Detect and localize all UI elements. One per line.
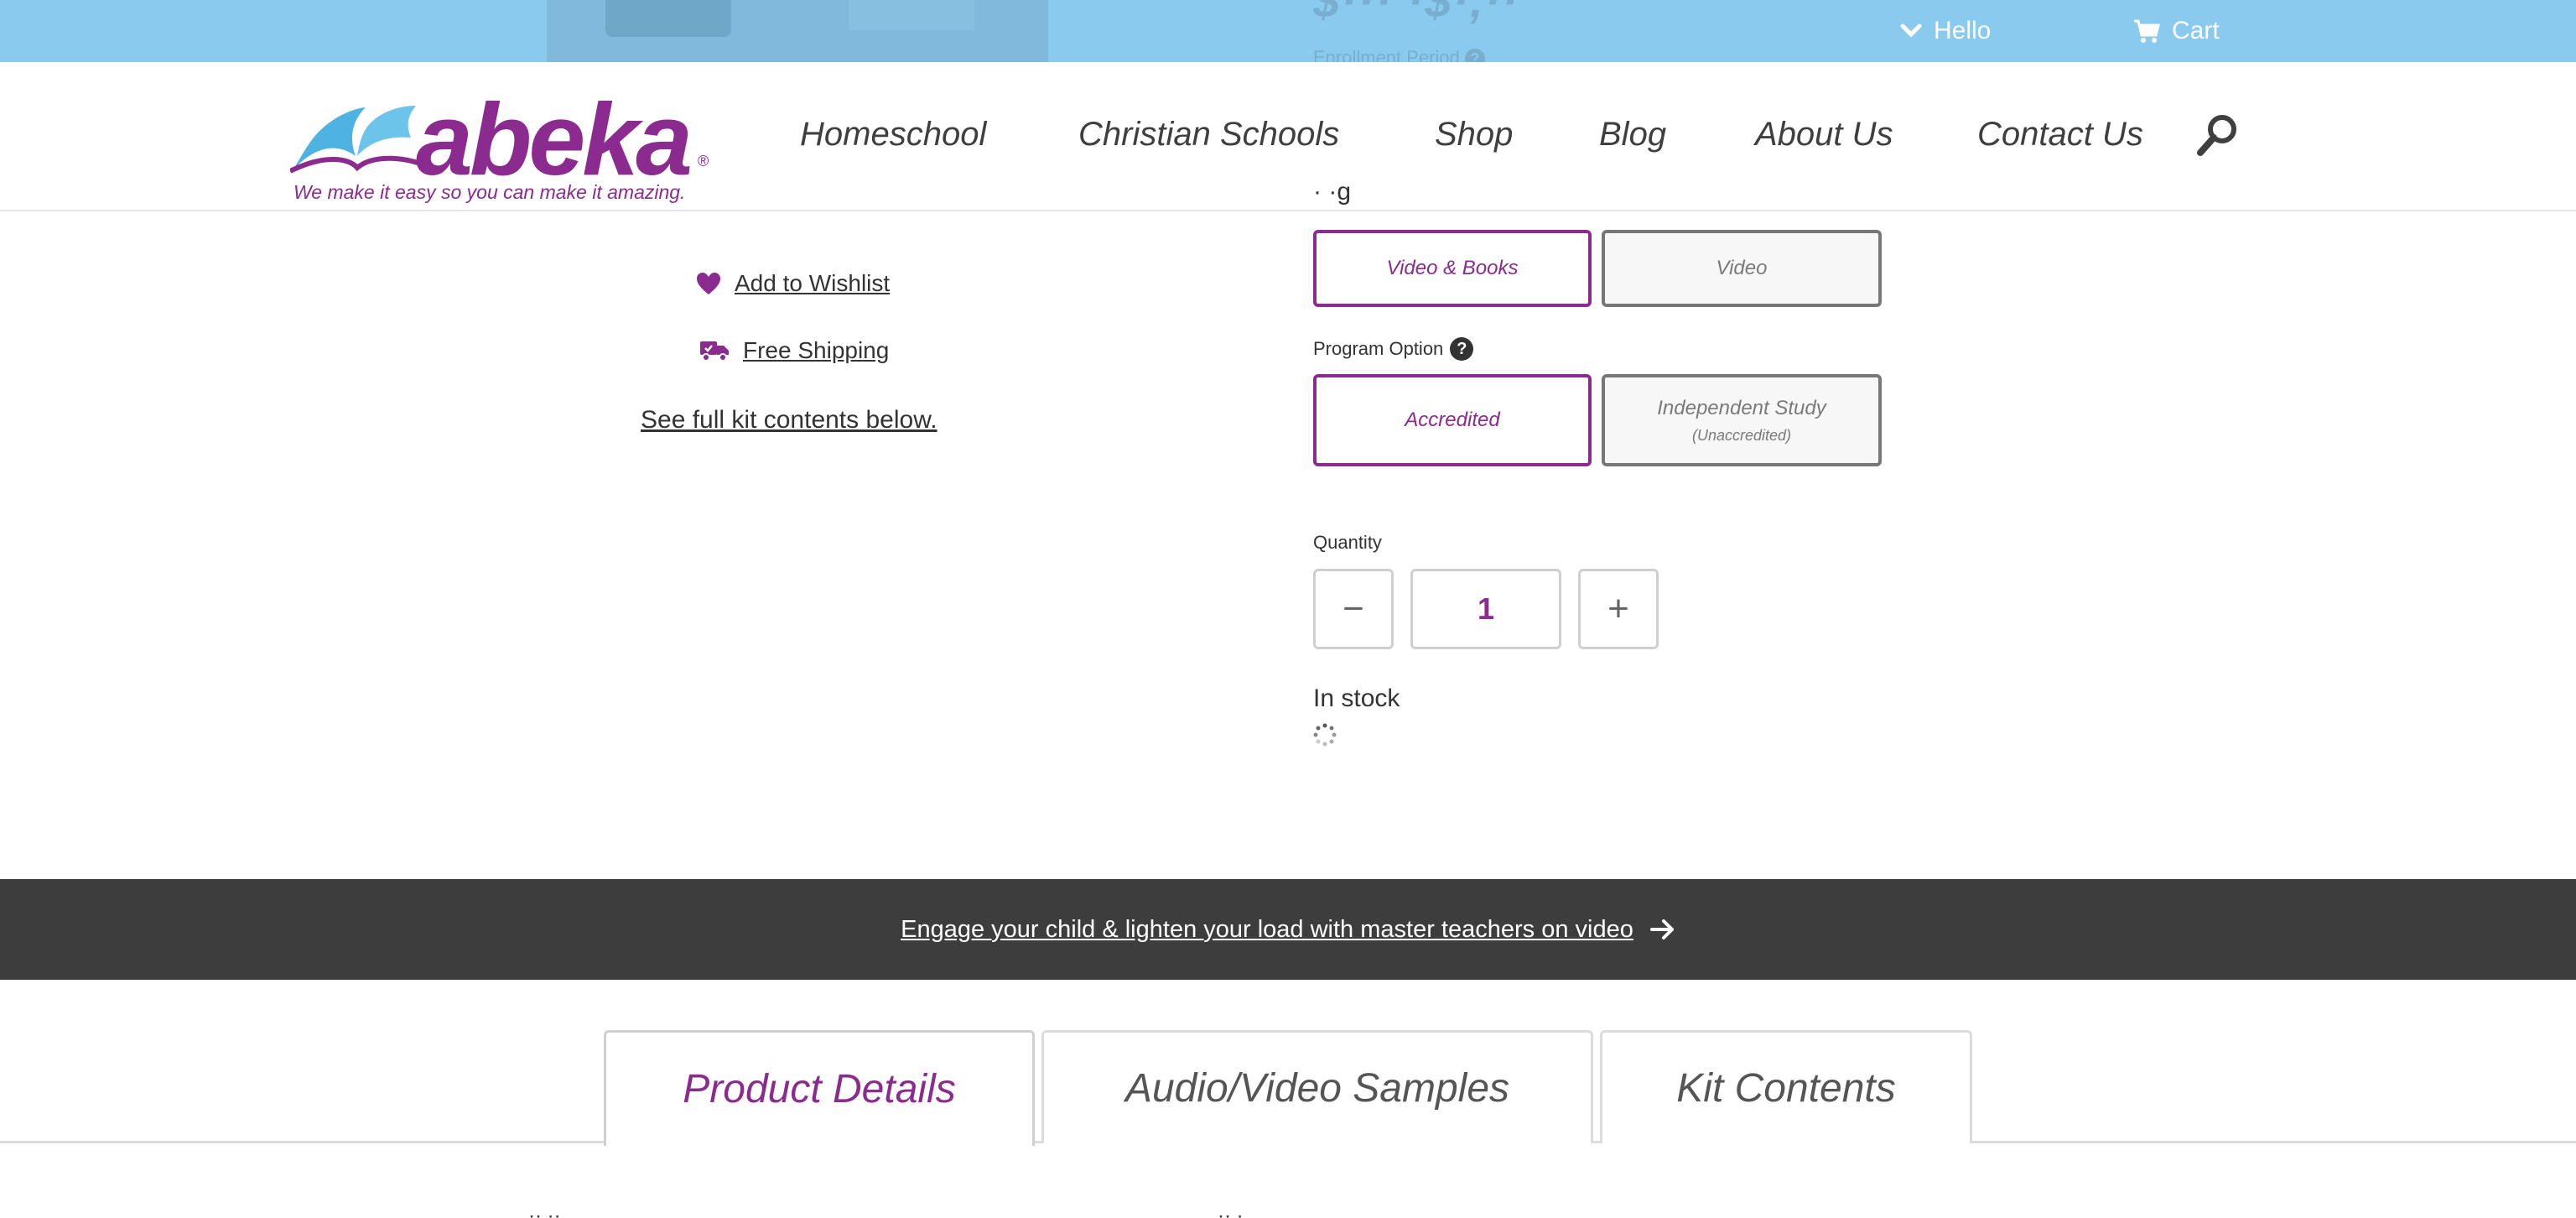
format-video-button[interactable]: Video <box>1602 230 1882 307</box>
tab-kit-contents[interactable]: Kit Contents <box>1600 1030 1972 1143</box>
program-independent-study-button[interactable]: Independent Study (Unaccredited) <box>1602 374 1882 466</box>
nav-shop[interactable]: Shop <box>1435 116 1513 154</box>
free-shipping-link[interactable]: Free Shipping <box>699 337 889 364</box>
tab-audio-video-samples[interactable]: Audio/Video Samples <box>1041 1030 1593 1143</box>
detail-label-partial: ·· ·· <box>528 1205 561 1218</box>
tab-product-details[interactable]: Product Details <box>604 1030 1035 1146</box>
search-button[interactable] <box>2195 112 2241 158</box>
stock-status: In stock <box>1313 684 1400 712</box>
chevron-down-icon <box>1900 23 1922 38</box>
quantity-decrement-button[interactable]: − <box>1313 569 1394 649</box>
promo-banner: Engage your child & lighten your load wi… <box>0 879 2576 980</box>
quantity-increment-button[interactable]: + <box>1578 569 1659 649</box>
heart-icon <box>697 273 720 294</box>
search-icon <box>2197 115 2236 156</box>
nav-about-us[interactable]: About Us <box>1755 116 1893 154</box>
nav-blog[interactable]: Blog <box>1599 116 1666 154</box>
minus-icon: − <box>1343 588 1364 629</box>
add-to-wishlist-link[interactable]: Add to Wishlist <box>696 270 890 297</box>
nav-contact-us[interactable]: Contact Us <box>1977 116 2143 154</box>
promo-banner-link[interactable]: Engage your child & lighten your load wi… <box>901 916 1633 944</box>
quantity-label: Quantity <box>1313 532 1382 553</box>
shipping-label: Free Shipping <box>743 337 890 363</box>
full-kit-contents-link[interactable]: See full kit contents below. <box>641 406 937 435</box>
account-menu[interactable]: Hello <box>1900 17 1991 45</box>
utility-bar: $··· ·$·,·· Enrollment Period ? Hello Ca… <box>0 0 2576 70</box>
nav-christian-schools[interactable]: Christian Schools <box>1078 116 1339 154</box>
logo-tagline: We make it easy so you can make it amazi… <box>293 181 686 203</box>
cart-icon <box>2134 19 2160 43</box>
cart-link[interactable]: Cart <box>2133 17 2220 45</box>
arrow-right-icon[interactable] <box>1649 918 1675 941</box>
shipping-truck-icon <box>700 341 729 362</box>
nav-homeschool[interactable]: Homeschool <box>800 116 986 154</box>
main-nav: Homeschool Christian Schools Shop Blog A… <box>0 116 2576 158</box>
quantity-input[interactable] <box>1410 569 1561 649</box>
account-label: Hello <box>1934 17 1992 44</box>
help-icon[interactable]: ? <box>1450 337 1474 361</box>
product-image-partial <box>547 0 1048 62</box>
plus-icon: + <box>1607 588 1629 629</box>
wishlist-label: Add to Wishlist <box>735 270 891 296</box>
format-label-partial: · ·g <box>1313 185 1351 206</box>
program-accredited-button[interactable]: Accredited <box>1313 374 1592 466</box>
loading-spinner-icon <box>1313 723 1337 747</box>
price-partial: $··· ·$·,·· <box>1313 0 1519 27</box>
detail-label-partial-2: ·· · <box>1218 1205 1244 1218</box>
format-video-books-button[interactable]: Video & Books <box>1313 230 1592 307</box>
cart-label: Cart <box>2172 17 2220 44</box>
program-option-label: Program Option ? <box>1313 337 1474 361</box>
site-header: abeka ® We make it easy so you can make … <box>0 62 2576 211</box>
